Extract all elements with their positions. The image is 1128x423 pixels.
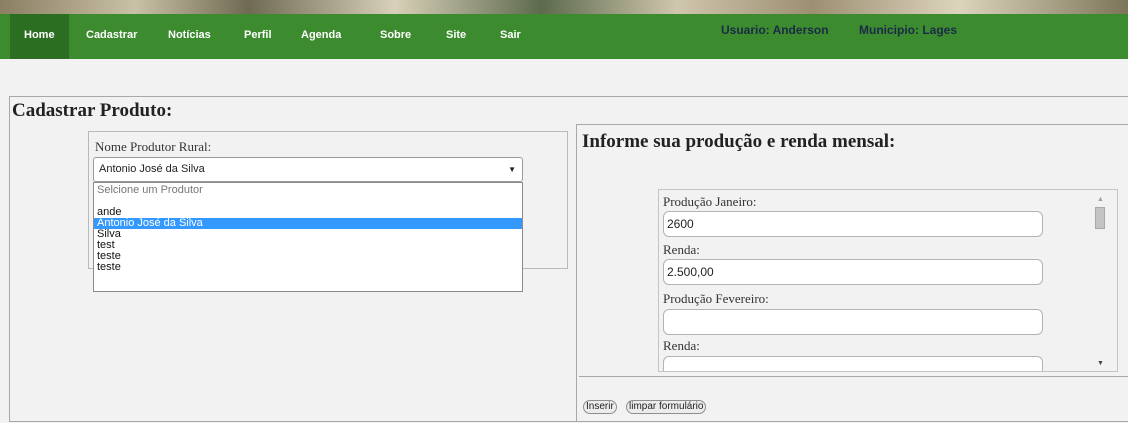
form-button-row: Inserir limpar formulário: [579, 376, 1128, 422]
header-banner-strip: [0, 0, 1128, 14]
top-nav-bar: Home Cadastrar Notícias Perfil Agenda So…: [0, 14, 1128, 59]
producer-select[interactable]: Antonio José da Silva ▼: [93, 157, 523, 182]
dropdown-option[interactable]: teste: [94, 262, 522, 273]
nav-sair[interactable]: Sair: [500, 14, 521, 59]
scroll-up-arrow-icon[interactable]: ▲: [1097, 195, 1104, 203]
scroll-down-arrow-icon[interactable]: ▼: [1097, 359, 1104, 367]
input-renda-janeiro[interactable]: 2.500,00: [663, 259, 1043, 285]
dropdown-option[interactable]: test: [94, 240, 522, 251]
nav-site[interactable]: Site: [446, 14, 466, 59]
dropdown-option[interactable]: [94, 196, 522, 207]
nav-agenda[interactable]: Agenda: [301, 14, 341, 59]
input-producao-janeiro[interactable]: 2600: [663, 211, 1043, 237]
production-scroll-area[interactable]: Produção Janeiro: 2600 Renda: 2.500,00 P…: [658, 189, 1118, 372]
vertical-scrollbar[interactable]: ▲ ▼: [1092, 190, 1110, 370]
nav-sobre[interactable]: Sobre: [380, 14, 411, 59]
input-renda-fevereiro[interactable]: [663, 356, 1043, 371]
nav-perfil[interactable]: Perfil: [244, 14, 272, 59]
scrollbar-thumb[interactable]: [1095, 207, 1105, 229]
dropdown-option[interactable]: teste: [94, 251, 522, 262]
producer-dropdown-list: Selcione um Produtor ande Antonio José d…: [93, 182, 523, 292]
nav-noticias[interactable]: Notícias: [168, 14, 211, 59]
field-label-renda-janeiro: Renda:: [663, 242, 700, 257]
municipality-label: Municipio: Lages: [859, 23, 958, 37]
production-title: Informe sua produção e renda mensal:: [582, 131, 896, 152]
page-title: Cadastrar Produto:: [12, 100, 173, 121]
insert-button[interactable]: Inserir: [583, 400, 617, 414]
chevron-down-icon[interactable]: ▼: [508, 158, 516, 181]
user-name-label: Usuario: Anderson: [721, 23, 829, 37]
dropdown-option-selected[interactable]: Antonio José da Silva: [94, 218, 522, 229]
field-label-renda-fevereiro: Renda:: [663, 338, 700, 353]
field-label-producao-janeiro: Produção Janeiro:: [663, 194, 757, 209]
nav-home[interactable]: Home: [10, 14, 69, 59]
producer-label: Nome Produtor Rural:: [95, 139, 212, 154]
dropdown-option[interactable]: Selcione um Produtor: [94, 185, 522, 196]
producer-select-value: Antonio José da Silva: [99, 163, 205, 175]
dropdown-option[interactable]: Silva: [94, 229, 522, 240]
clear-form-button[interactable]: limpar formulário: [626, 400, 707, 414]
nav-cadastrar[interactable]: Cadastrar: [86, 14, 137, 59]
input-producao-fevereiro[interactable]: [663, 309, 1043, 335]
field-label-producao-fevereiro: Produção Fevereiro:: [663, 291, 769, 306]
